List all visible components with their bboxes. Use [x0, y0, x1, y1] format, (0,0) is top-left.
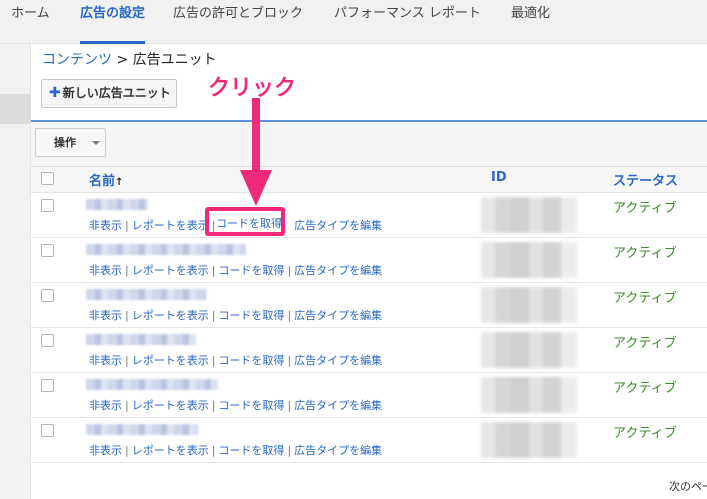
view-report-link[interactable]: レポートを表示 [132, 354, 209, 367]
status-badge: アクティブ [613, 246, 677, 261]
table-row: 非表示|レポートを表示|コードを取得|広告タイプを編集 アクティブ [31, 418, 707, 463]
ad-unit-name-redacted[interactable] [86, 289, 206, 300]
hide-link[interactable]: 非表示 [89, 264, 122, 277]
breadcrumb-content-link[interactable]: コンテンツ [42, 52, 112, 68]
table-header: 名前↑ ID ステータス [31, 167, 707, 193]
tab-ad-settings[interactable]: 広告の設定 [80, 0, 146, 44]
row-checkbox[interactable] [41, 289, 54, 302]
table-row: 非表示|レポートを表示|コードを取得|広告タイプを編集 アクティブ [31, 328, 707, 373]
row-actions: 非表示|レポートを表示|コードを取得|広告タイプを編集 [89, 309, 383, 322]
row-actions: 非表示|レポートを表示|コードを取得|広告タイプを編集 [89, 354, 383, 367]
row-checkbox[interactable] [41, 379, 54, 392]
row-actions: 非表示|レポートを表示|コードを取得|広告タイプを編集 [89, 444, 383, 457]
ad-unit-name-redacted[interactable] [86, 334, 196, 345]
top-navigation: ホーム 広告の設定 広告の許可とブロック パフォーマンス レポート 最適化 [0, 0, 707, 44]
hide-link[interactable]: 非表示 [89, 444, 122, 457]
tab-home[interactable]: ホーム [11, 0, 50, 44]
plus-icon: ✚ [49, 85, 61, 101]
edit-ad-type-link[interactable]: 広告タイプを編集 [294, 354, 382, 367]
edit-ad-type-link[interactable]: 広告タイプを編集 [294, 309, 382, 322]
row-actions: 非表示|レポートを表示|コードを取得|広告タイプを編集 [89, 399, 383, 412]
status-badge: アクティブ [613, 381, 677, 396]
tab-allow-block[interactable]: 広告の許可とブロック [173, 0, 303, 44]
breadcrumb-current: 広告ユニット [132, 52, 217, 68]
operations-label: 操作 [54, 136, 76, 149]
row-actions: 非表示|レポートを表示|コードを取得|広告タイプを編集 [89, 264, 383, 277]
new-ad-unit-button[interactable]: ✚ 新しい広告ユニット [41, 79, 177, 108]
table-row: 非表示|レポートを表示|コードを取得|広告タイプを編集 アクティブ [31, 238, 707, 283]
edit-ad-type-link[interactable]: 広告タイプを編集 [294, 444, 382, 457]
sort-arrow-icon: ↑ [115, 177, 124, 188]
get-code-link[interactable]: コードを取得 [218, 309, 284, 322]
view-report-link[interactable]: レポートを表示 [132, 309, 209, 322]
table-row: 非表示|レポートを表示|コードを取得|広告タイプを編集 アクティブ [31, 373, 707, 418]
row-checkbox[interactable] [41, 334, 54, 347]
ad-unit-id-redacted [481, 197, 577, 233]
tab-performance-report[interactable]: パフォーマンス レポート [334, 0, 481, 44]
column-header-id[interactable]: ID [491, 170, 507, 185]
breadcrumb-separator: > [112, 52, 133, 68]
hide-link[interactable]: 非表示 [89, 354, 122, 367]
hide-link[interactable]: 非表示 [89, 219, 122, 232]
hide-link[interactable]: 非表示 [89, 309, 122, 322]
column-header-status[interactable]: ステータス [613, 170, 678, 189]
tab-optimization[interactable]: 最適化 [511, 0, 550, 44]
view-report-link[interactable]: レポートを表示 [132, 264, 209, 277]
new-ad-unit-label: 新しい広告ユニット [62, 86, 171, 100]
operations-dropdown[interactable]: 操作 [35, 128, 106, 157]
table-row: 非表示|レポートを表示|コードを取得|広告タイプを編集 アクティブ [31, 283, 707, 328]
get-code-link[interactable]: コードを取得 [218, 444, 284, 457]
get-code-link[interactable]: コードを取得 [218, 354, 284, 367]
table-toolbar: 操作 [31, 122, 707, 167]
edit-ad-type-link[interactable]: 広告タイプを編集 [294, 219, 382, 232]
hide-link[interactable]: 非表示 [89, 399, 122, 412]
ad-unit-name-redacted[interactable] [86, 199, 148, 210]
edit-ad-type-link[interactable]: 広告タイプを編集 [294, 399, 382, 412]
chevron-down-icon [92, 141, 100, 145]
left-sidebar [0, 44, 31, 499]
edit-ad-type-link[interactable]: 広告タイプを編集 [294, 264, 382, 277]
row-checkbox[interactable] [41, 424, 54, 437]
select-all-checkbox[interactable] [41, 172, 54, 185]
ad-unit-id-redacted [481, 287, 577, 323]
status-badge: アクティブ [613, 201, 677, 216]
next-page-link[interactable]: 次のペー [669, 478, 707, 494]
sidebar-selected-item[interactable] [0, 94, 31, 124]
ad-unit-name-redacted[interactable] [86, 379, 218, 390]
get-code-link[interactable]: コードを取得 [218, 399, 284, 412]
ad-unit-name-redacted[interactable] [86, 424, 198, 435]
breadcrumb: コンテンツ > 広告ユニット [42, 49, 217, 69]
table-row: 非表示|レポートを表示|コードを取得|広告タイプを編集 アクティブ [31, 193, 707, 238]
row-checkbox[interactable] [41, 199, 54, 212]
ad-unit-id-redacted [481, 422, 577, 458]
ad-unit-id-redacted [481, 332, 577, 368]
ad-unit-id-redacted [481, 242, 577, 278]
ad-unit-name-redacted[interactable] [86, 244, 246, 255]
view-report-link[interactable]: レポートを表示 [132, 219, 209, 232]
status-badge: アクティブ [613, 336, 677, 351]
view-report-link[interactable]: レポートを表示 [132, 399, 209, 412]
row-checkbox[interactable] [41, 244, 54, 257]
status-badge: アクティブ [613, 291, 677, 306]
annotation-highlight-box [205, 207, 285, 236]
column-header-name[interactable]: 名前↑ [89, 170, 123, 189]
get-code-link[interactable]: コードを取得 [218, 264, 284, 277]
view-report-link[interactable]: レポートを表示 [132, 444, 209, 457]
ad-unit-id-redacted [481, 377, 577, 413]
annotation-arrow-icon [240, 98, 272, 206]
status-badge: アクティブ [613, 426, 677, 441]
